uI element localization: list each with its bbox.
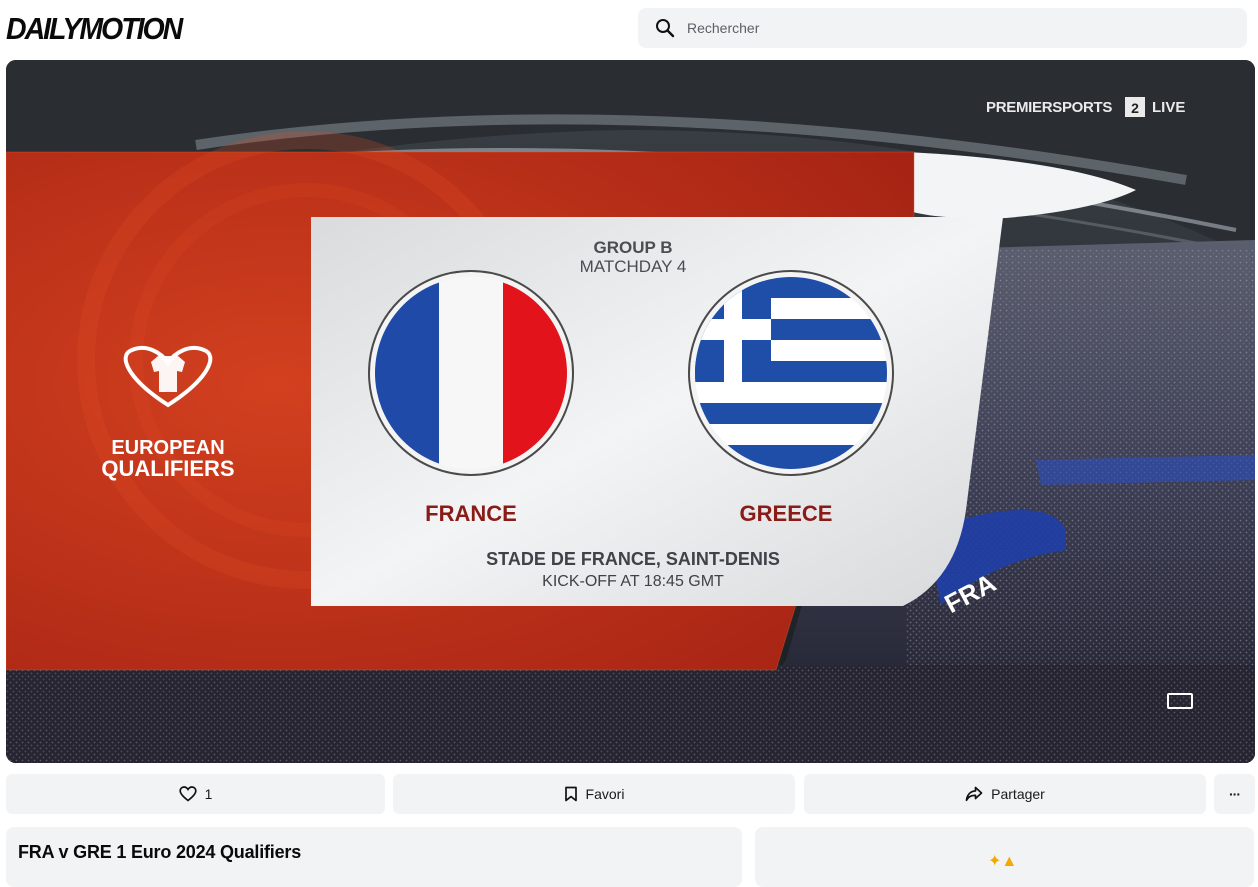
- broadcaster-channel: 2: [1131, 100, 1139, 116]
- venue-label: STADE DE FRANCE, SAINT-DENIS: [486, 549, 780, 569]
- like-button[interactable]: 1: [6, 774, 385, 814]
- picture-in-picture-button[interactable]: [1167, 693, 1193, 709]
- group-label: GROUP B: [593, 238, 672, 257]
- matchday-label: MATCHDAY 4: [580, 257, 687, 276]
- video-player[interactable]: FRA EUROPEAN QUALIFIERS PREMIERSPORTS 2 …: [6, 60, 1255, 763]
- live-label: LIVE: [1152, 99, 1185, 116]
- search-icon[interactable]: [655, 18, 675, 38]
- video-title: FRA v GRE 1 Euro 2024 Qualifiers: [18, 842, 302, 862]
- heart-icon: [178, 786, 197, 802]
- kickoff-label: KICK-OFF AT 18:45 GMT: [542, 573, 724, 590]
- video-actions: 1 Favori Partager ···: [6, 774, 1255, 814]
- home-team: FRANCE: [425, 501, 517, 526]
- more-icon: ···: [1229, 786, 1241, 802]
- top-bar: DAILYMOTION: [0, 0, 1258, 58]
- share-label: Partager: [991, 786, 1045, 802]
- share-icon: [965, 786, 983, 802]
- broadcaster-name: PREMIERSPORTS: [986, 99, 1112, 116]
- search-bar[interactable]: [638, 8, 1247, 48]
- away-team: GREECE: [740, 501, 833, 526]
- more-button[interactable]: ···: [1214, 774, 1255, 814]
- side-card: ✦▲: [755, 827, 1254, 887]
- video-info-card: FRA v GRE 1 Euro 2024 Qualifiers: [6, 827, 742, 887]
- favorite-label: Favori: [585, 786, 625, 802]
- favorite-button[interactable]: Favori: [393, 774, 795, 814]
- search-input[interactable]: [687, 20, 1207, 36]
- greece-flag: [688, 270, 894, 476]
- share-button[interactable]: Partager: [804, 774, 1206, 814]
- france-flag: [368, 270, 574, 476]
- competition-line2: QUALIFIERS: [101, 456, 234, 481]
- bookmark-icon: [564, 786, 577, 802]
- dailymotion-logo[interactable]: DAILYMOTION: [6, 11, 183, 47]
- like-count: 1: [204, 786, 213, 802]
- sparkle-icon: ✦▲: [988, 853, 1018, 870]
